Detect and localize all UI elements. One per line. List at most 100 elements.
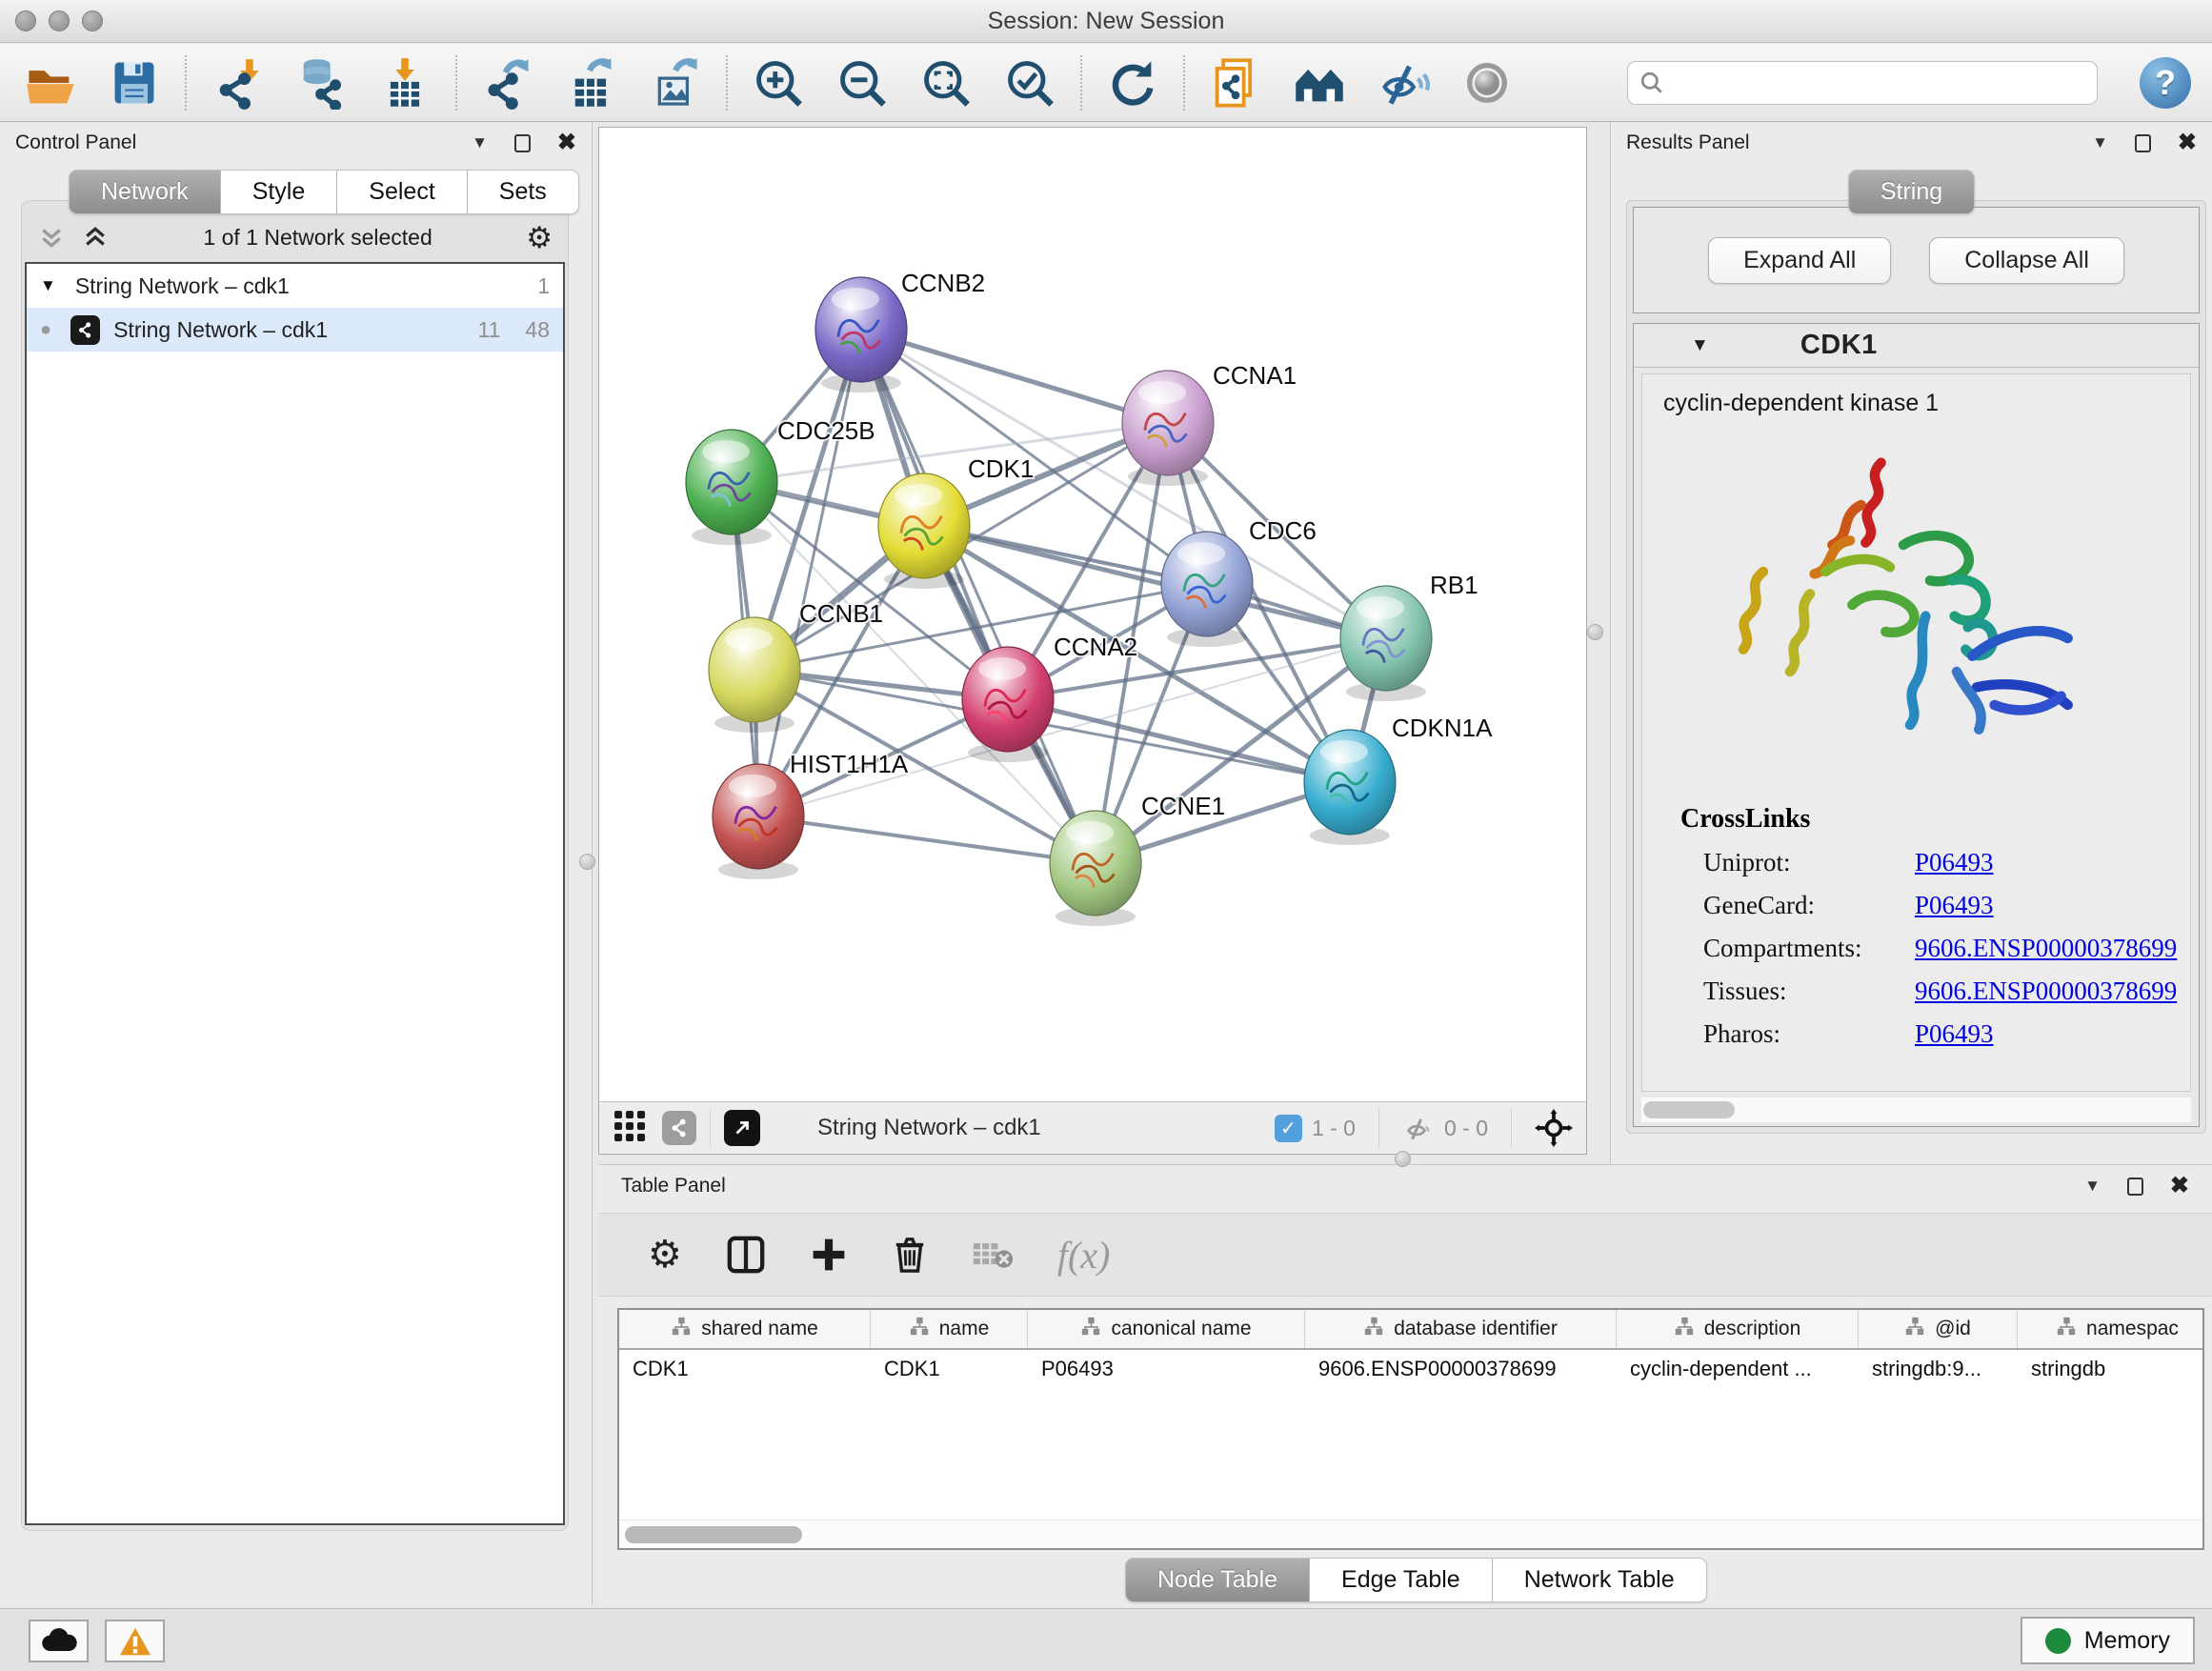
table-options-gear-icon[interactable]: ⚙ [648,1236,682,1274]
export-image-button[interactable] [648,55,703,111]
crosslink-link[interactable]: P06493 [1915,848,1994,877]
table-cell: cyclin-dependent ... [1617,1350,1859,1388]
network-collection-row[interactable]: ▼ String Network – cdk1 1 [27,264,563,308]
tree-collapse-icon[interactable]: ▼ [40,276,56,295]
panel-menu-dropdown-icon[interactable]: ▼ [2092,133,2108,152]
column-header-shared-name[interactable]: shared name [619,1310,871,1348]
crosslink-link[interactable]: 9606.ENSP00000378699 [1915,976,2177,1006]
node-CCNE1[interactable] [1050,811,1141,926]
node-HIST1H1A[interactable] [713,764,804,879]
column-header-@id[interactable]: @id [1859,1310,2018,1348]
tab-network-table[interactable]: Network Table [1493,1558,1707,1602]
node-CDC25B[interactable] [686,430,777,545]
node-CDKN1A[interactable] [1304,730,1396,845]
column-header-database-identifier[interactable]: database identifier [1305,1310,1617,1348]
column-header-name[interactable]: name [871,1310,1028,1348]
search-input[interactable] [1672,64,2085,102]
delete-column-button[interactable] [892,1235,928,1275]
scrollbar-thumb[interactable] [625,1526,802,1543]
column-header-description[interactable]: description [1617,1310,1859,1348]
edge-CDK1-RB1[interactable] [924,526,1386,638]
zoom-in-button[interactable] [751,55,806,111]
crosslink-link[interactable]: 9606.ENSP00000378699 [1915,934,2177,963]
panel-menu-dropdown-icon[interactable]: ▼ [472,133,488,152]
collapse-all-button[interactable]: Collapse All [1929,237,2124,284]
crosslink-link[interactable]: P06493 [1915,1019,1994,1049]
edge-CCNB2-CCNE1[interactable] [861,330,1096,863]
global-search-field[interactable] [1627,61,2098,105]
scrollbar-thumb[interactable] [1643,1101,1735,1118]
expand-all-button[interactable]: Expand All [1708,237,1891,284]
tab-style[interactable]: Style [221,170,338,214]
panel-float-button[interactable] [2135,134,2151,152]
protein-collapse-icon[interactable]: ▼ [1691,335,1709,356]
right-splitter-handle[interactable] [1587,624,1603,640]
delete-table-icon [972,1238,1014,1272]
panel-menu-dropdown-icon[interactable]: ▼ [2084,1177,2101,1196]
export-network-file-button[interactable] [480,55,535,111]
node-CCNA1[interactable] [1122,371,1214,486]
expand-all-networks-icon[interactable] [81,223,110,252]
crosslink-row: Compartments:9606.ENSP00000378699 [1703,934,2190,963]
birds-eye-view-button[interactable] [613,1109,647,1148]
zoom-selected-button[interactable] [1002,55,1057,111]
show-column-selector-button[interactable] [726,1235,766,1275]
selected-items-checkbox-icon[interactable]: ✓ [1275,1115,1302,1142]
panel-close-button[interactable]: ✖ [557,131,576,154]
tab-node-table[interactable]: Node Table [1125,1558,1310,1602]
column-tree-icon [2056,1316,2077,1342]
edge-CCNB2-CCNA1[interactable] [861,330,1168,423]
open-session-button[interactable] [23,55,78,111]
refresh-view-button[interactable] [1105,55,1160,111]
network-overview-button[interactable] [662,1111,696,1145]
show-graphics-details-button[interactable] [1459,55,1515,111]
create-column-button[interactable] [810,1236,848,1274]
panel-close-button[interactable]: ✖ [2170,1175,2189,1198]
tab-edge-table[interactable]: Edge Table [1310,1558,1493,1602]
node-CCNB1[interactable] [709,617,800,733]
edge-HIST1H1A-CCNE1[interactable] [758,816,1096,863]
memory-status-button[interactable]: Memory [2021,1617,2195,1664]
node-table: shared namename canonical name database id… [617,1308,2204,1550]
left-splitter-handle[interactable] [579,854,595,870]
main-toolbar: ? [0,44,2212,122]
zoom-fit-button[interactable] [918,55,974,111]
node-RB1[interactable] [1340,586,1432,701]
control-panel: Control Panel ▼ ✖ NetworkStyleSelectSets… [0,122,593,1605]
table-row[interactable]: CDK1CDK1P064939606.ENSP00000378699cyclin… [619,1350,2202,1388]
detach-view-button[interactable] [724,1110,760,1146]
node-CCNB2[interactable] [815,277,907,393]
collapse-all-networks-icon[interactable] [37,223,66,252]
panel-float-button[interactable] [2127,1178,2143,1196]
panel-close-button[interactable]: ✖ [2178,131,2197,154]
save-session-button[interactable] [107,55,162,111]
hide-selected-button[interactable] [1376,55,1431,111]
import-table-file-button[interactable] [377,55,432,111]
warnings-button[interactable] [105,1620,165,1662]
tab-select[interactable]: Select [337,170,467,214]
tab-string[interactable]: String [1848,170,1975,214]
column-header-namespac[interactable]: namespac [2018,1310,2204,1348]
panel-float-button[interactable] [514,134,531,152]
network-row[interactable]: ● String Network – cdk1 11 48 [27,308,563,352]
pan-crosshair-icon[interactable] [1535,1109,1573,1147]
export-table-file-button[interactable] [564,55,619,111]
node-CCNA2[interactable] [962,647,1054,762]
network-canvas[interactable]: CCNB2CCNA1CDC25BCDK1CDC6RB1CCNB1CCNA2CDK… [599,128,1586,1101]
crosslink-link[interactable]: P06493 [1915,891,1994,920]
first-neighbors-button[interactable] [1292,55,1347,111]
column-header-canonical-name[interactable]: canonical name [1028,1310,1305,1348]
import-network-database-button[interactable] [293,55,349,111]
results-horizontal-scrollbar[interactable] [1641,1097,2191,1122]
horizontal-splitter-handle[interactable] [1395,1151,1411,1167]
cloud-status-button[interactable] [29,1620,89,1662]
import-network-file-button[interactable] [210,55,265,111]
tab-sets[interactable]: Sets [468,170,579,214]
clone-network-button[interactable] [1208,55,1263,111]
help-button[interactable]: ? [2140,57,2191,109]
tab-network[interactable]: Network [69,170,221,214]
network-options-gear-icon[interactable]: ⚙ [526,223,553,252]
column-label: canonical name [1111,1318,1251,1340]
table-horizontal-scrollbar[interactable] [619,1520,2202,1548]
zoom-out-button[interactable] [835,55,890,111]
